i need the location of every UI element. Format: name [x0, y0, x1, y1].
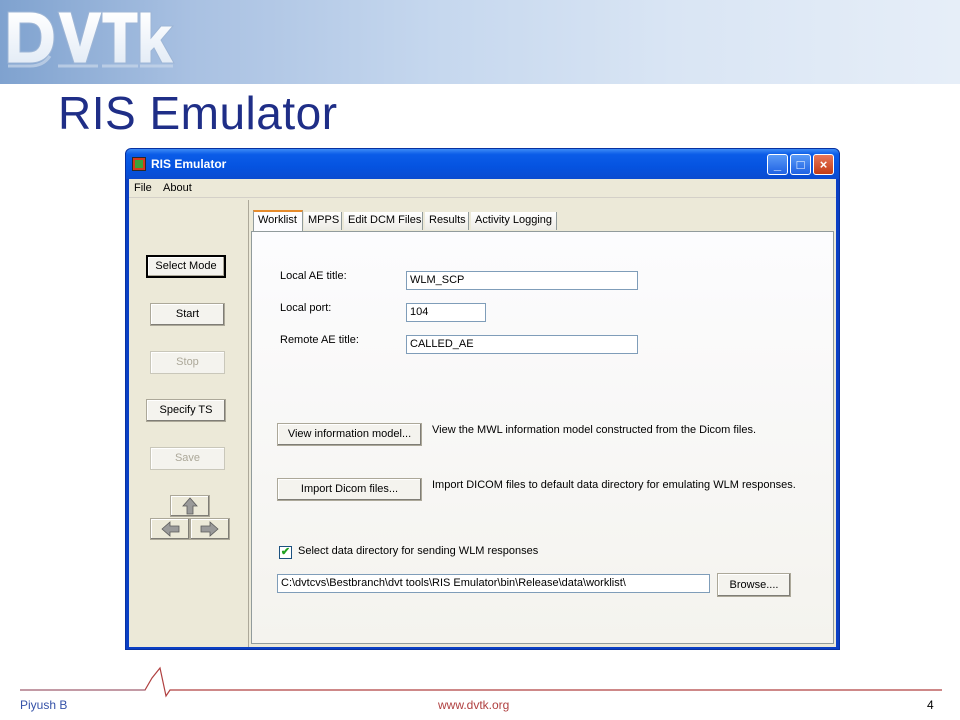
remote-ae-label: Remote AE title:: [280, 334, 359, 346]
menu-about[interactable]: About: [163, 182, 192, 194]
start-button[interactable]: Start: [150, 303, 225, 326]
remote-ae-field[interactable]: CALLED_AE: [406, 335, 638, 354]
import-dicom-files-button[interactable]: Import Dicom files...: [277, 478, 422, 501]
specify-ts-button[interactable]: Specify TS: [146, 399, 226, 422]
window-title: RIS Emulator: [151, 157, 227, 171]
app-icon: [132, 157, 146, 171]
close-button[interactable]: ×: [813, 154, 834, 175]
local-ae-field[interactable]: WLM_SCP: [406, 271, 638, 290]
local-port-label: Local port:: [280, 302, 332, 314]
tab-results[interactable]: Results: [425, 212, 469, 230]
move-left-button[interactable]: [150, 518, 190, 540]
up-arrow-icon: [182, 497, 198, 515]
tab-activity-logging[interactable]: Activity Logging: [471, 212, 557, 230]
sidebar-panel: Select Mode Start Stop Specify TS Save: [129, 200, 249, 647]
left-arrow-icon: [161, 521, 180, 537]
menu-file[interactable]: File: [134, 182, 152, 194]
footer-url[interactable]: www.dvtk.org: [438, 698, 509, 712]
select-data-directory-checkbox[interactable]: ✔: [279, 546, 292, 559]
tab-mpps[interactable]: MPPS: [304, 212, 342, 230]
header-banner: [0, 0, 960, 84]
tab-page-worklist: Local AE title: WLM_SCP Local port: 104 …: [251, 231, 834, 644]
tab-edit-dcm-files[interactable]: Edit DCM Files: [344, 212, 423, 230]
window-client-area: File About Select Mode Start Stop Specif…: [129, 179, 836, 647]
local-port-field[interactable]: 104: [406, 303, 486, 322]
tab-worklist[interactable]: Worklist: [253, 210, 303, 231]
window-titlebar[interactable]: RIS Emulator _ □ ×: [126, 149, 839, 179]
save-button[interactable]: Save: [150, 447, 225, 470]
slide-title: RIS Emulator: [58, 87, 338, 139]
right-arrow-icon: [200, 521, 219, 537]
footer-pulse-line: [20, 666, 942, 698]
view-model-description: View the MWL information model construct…: [432, 424, 757, 436]
view-information-model-button[interactable]: View information model...: [277, 423, 422, 446]
move-up-button[interactable]: [170, 495, 210, 517]
import-description: Import DICOM files to default data direc…: [432, 479, 796, 491]
browse-button[interactable]: Browse....: [717, 573, 791, 597]
footer-author: Piyush B: [20, 698, 68, 712]
tab-strip: Worklist MPPS Edit DCM Files Results Act…: [253, 210, 833, 232]
menu-bar: File About: [129, 179, 836, 198]
local-ae-label: Local AE title:: [280, 270, 347, 282]
app-window: RIS Emulator _ □ × File About Select Mod…: [125, 148, 840, 650]
move-right-button[interactable]: [190, 518, 230, 540]
maximize-button[interactable]: □: [790, 154, 811, 175]
select-mode-button[interactable]: Select Mode: [146, 255, 226, 278]
minimize-button[interactable]: _: [767, 154, 788, 175]
page-number: 4: [927, 698, 934, 712]
stop-button[interactable]: Stop: [150, 351, 225, 374]
data-directory-field[interactable]: C:\dvtcvs\Bestbranch\dvt tools\RIS Emula…: [277, 574, 710, 593]
select-data-directory-label: Select data directory for sending WLM re…: [298, 545, 539, 557]
